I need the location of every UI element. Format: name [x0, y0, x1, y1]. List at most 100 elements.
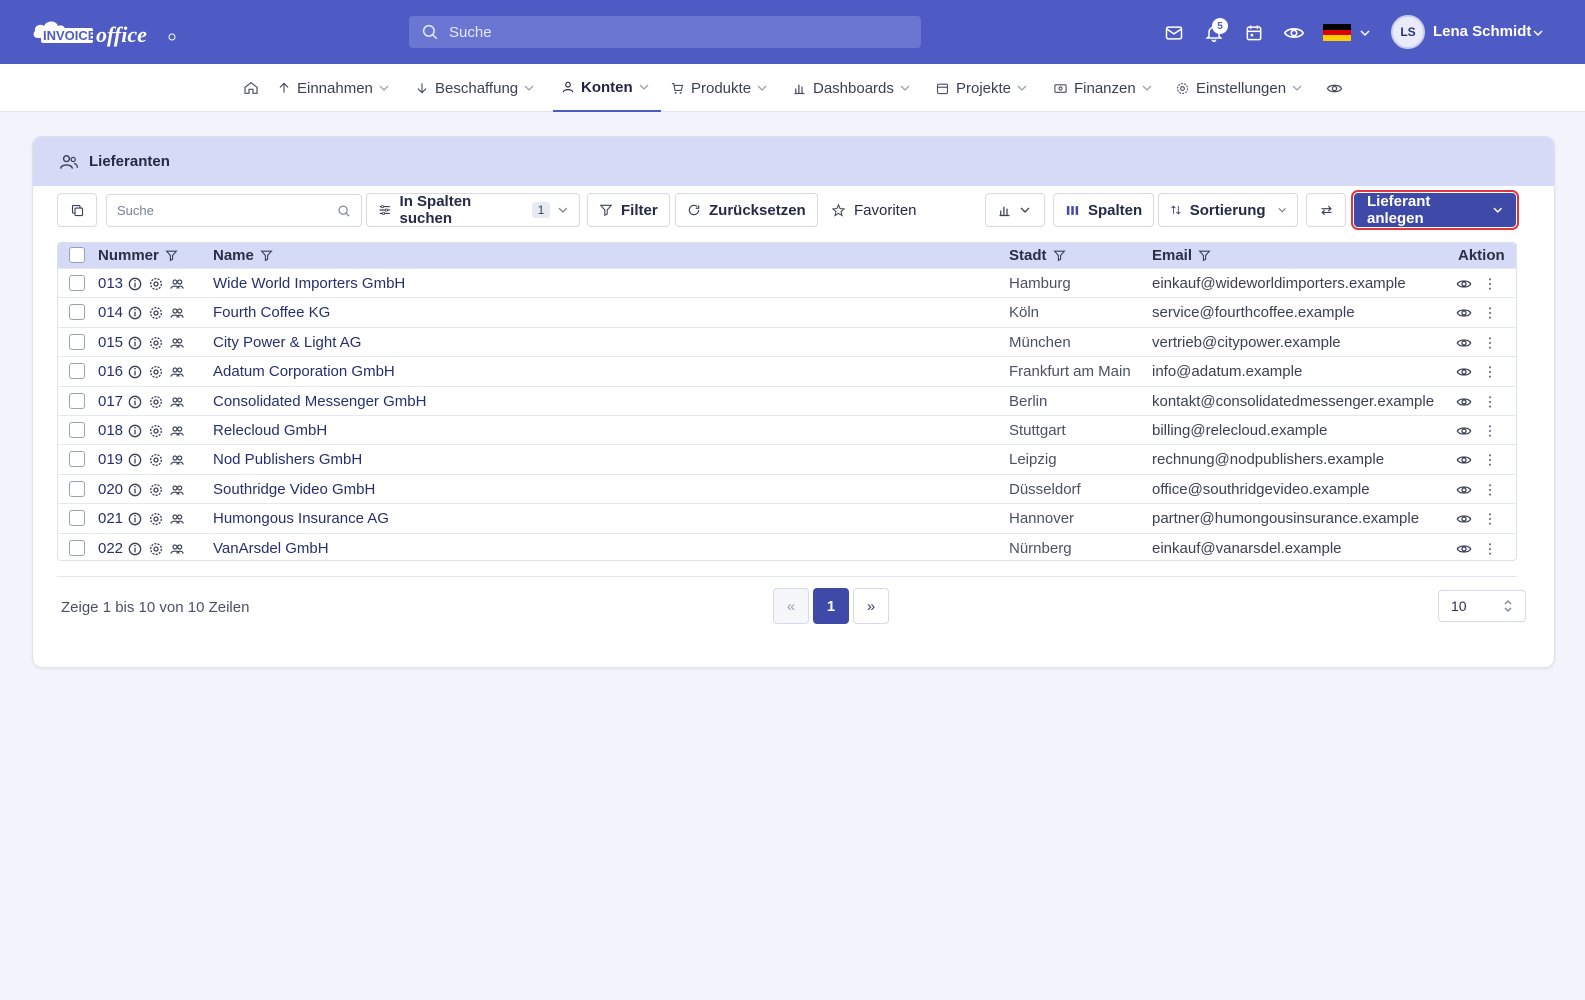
gear-icon[interactable]: [148, 452, 164, 468]
table-row[interactable]: 019 Nod Publishers GmbH Leipzig rechnung@no…: [58, 444, 1516, 473]
column-header-name[interactable]: Name: [213, 247, 273, 264]
nav-einnahmen[interactable]: Einnahmen: [277, 64, 389, 112]
row-number[interactable]: 015: [98, 334, 123, 351]
swap-button[interactable]: [1306, 193, 1346, 227]
view-eye-icon[interactable]: [1456, 305, 1472, 321]
create-supplier-button[interactable]: Lieferant anlegen: [1351, 190, 1519, 230]
nav-finanzen[interactable]: Finanzen: [1053, 64, 1152, 112]
row-checkbox[interactable]: [69, 480, 85, 497]
filter-icon[interactable]: [165, 249, 178, 262]
info-icon[interactable]: [127, 511, 143, 527]
calendar-icon[interactable]: [1243, 22, 1265, 44]
table-row[interactable]: 021 Humongous Insurance AG Hannover partner…: [58, 503, 1516, 532]
nav-dashboards[interactable]: Dashboards: [792, 64, 910, 112]
row-number[interactable]: 022: [98, 540, 123, 557]
row-name[interactable]: Relecloud GmbH: [213, 422, 327, 439]
more-vertical-icon[interactable]: [1482, 423, 1498, 439]
view-eye-icon[interactable]: [1456, 394, 1472, 410]
filter-icon[interactable]: [1198, 249, 1211, 262]
user-name[interactable]: Lena Schmidt: [1433, 23, 1531, 40]
gear-icon[interactable]: [148, 276, 164, 292]
info-icon[interactable]: [127, 305, 143, 321]
users-icon[interactable]: [169, 364, 185, 380]
gear-icon[interactable]: [148, 423, 164, 439]
users-icon[interactable]: [169, 276, 185, 292]
row-checkbox[interactable]: [69, 363, 85, 380]
nav-visibility-toggle[interactable]: [1326, 64, 1343, 112]
more-vertical-icon[interactable]: [1482, 276, 1498, 292]
gear-icon[interactable]: [148, 305, 164, 321]
language-chevron-down-icon[interactable]: [1360, 28, 1370, 38]
view-eye-icon[interactable]: [1456, 452, 1472, 468]
sort-button[interactable]: Sortierung: [1158, 193, 1298, 227]
nav-einstellungen[interactable]: Einstellungen: [1175, 64, 1302, 112]
column-header-email[interactable]: Email: [1152, 247, 1211, 264]
global-search-input[interactable]: Suche: [409, 16, 921, 48]
chart-view-button[interactable]: [985, 193, 1045, 227]
info-icon[interactable]: [127, 541, 143, 557]
row-checkbox[interactable]: [69, 510, 85, 527]
info-icon[interactable]: [127, 276, 143, 292]
row-checkbox[interactable]: [69, 333, 85, 350]
column-header-number[interactable]: Nummer: [98, 247, 178, 264]
row-number[interactable]: 019: [98, 451, 123, 468]
row-name[interactable]: Consolidated Messenger GmbH: [213, 393, 426, 410]
more-vertical-icon[interactable]: [1482, 394, 1498, 410]
nav-projekte[interactable]: Projekte: [935, 64, 1027, 112]
view-eye-icon[interactable]: [1456, 482, 1472, 498]
filter-icon[interactable]: [1052, 249, 1066, 262]
row-checkbox[interactable]: [69, 422, 85, 438]
gear-icon[interactable]: [148, 482, 164, 498]
copy-button[interactable]: [57, 193, 97, 227]
invoiceoffice-logo[interactable]: INVOICE office: [32, 14, 177, 50]
view-eye-icon[interactable]: [1456, 364, 1472, 380]
row-checkbox[interactable]: [69, 539, 85, 556]
reset-button[interactable]: Zurücksetzen: [675, 193, 818, 227]
view-eye-icon[interactable]: [1456, 276, 1472, 292]
gear-icon[interactable]: [148, 364, 164, 380]
row-number[interactable]: 013: [98, 275, 123, 292]
filter-icon[interactable]: [260, 249, 273, 262]
row-name[interactable]: Humongous Insurance AG: [213, 510, 389, 527]
select-all-checkbox[interactable]: [69, 247, 85, 263]
more-vertical-icon[interactable]: [1482, 482, 1498, 498]
nav-produkte[interactable]: Produkte: [670, 64, 767, 112]
nav-beschaffung[interactable]: Beschaffung: [415, 64, 534, 112]
filter-button[interactable]: Filter: [587, 193, 670, 227]
table-row[interactable]: 016 Adatum Corporation GmbH Frankfurt am M…: [58, 356, 1516, 385]
info-icon[interactable]: [127, 423, 143, 439]
users-icon[interactable]: [169, 541, 185, 557]
nav-konten[interactable]: Konten: [553, 64, 661, 112]
row-name[interactable]: Adatum Corporation GmbH: [213, 363, 395, 380]
more-vertical-icon[interactable]: [1482, 541, 1498, 557]
row-checkbox[interactable]: [69, 451, 85, 468]
page-size-select[interactable]: 10: [1438, 590, 1526, 622]
users-icon[interactable]: [169, 305, 185, 321]
row-checkbox[interactable]: [69, 392, 85, 409]
row-checkbox[interactable]: [69, 304, 85, 321]
info-icon[interactable]: [127, 452, 143, 468]
table-row[interactable]: 014 Fourth Coffee KG Köln service@fourthcof…: [58, 297, 1516, 326]
info-icon[interactable]: [127, 364, 143, 380]
view-eye-icon[interactable]: [1456, 541, 1472, 557]
users-icon[interactable]: [169, 482, 185, 498]
gear-icon[interactable]: [148, 394, 164, 410]
mail-icon[interactable]: [1163, 22, 1185, 44]
row-name[interactable]: VanArsdel GmbH: [213, 540, 329, 557]
page-1-button[interactable]: 1: [813, 588, 849, 624]
search-in-columns-button[interactable]: In Spalten suchen 1: [366, 193, 580, 227]
users-icon[interactable]: [169, 423, 185, 439]
table-row[interactable]: 020 Southridge Video GmbH Düsseldorf office…: [58, 473, 1516, 503]
users-icon[interactable]: [169, 511, 185, 527]
table-row[interactable]: 022 VanArsdel GmbH Nürnberg einkauf@vanarsd…: [58, 532, 1516, 560]
row-number[interactable]: 017: [98, 393, 123, 410]
language-flag-de-icon[interactable]: [1323, 24, 1351, 41]
prev-page-button[interactable]: «: [773, 588, 809, 624]
users-icon[interactable]: [169, 452, 185, 468]
favorites-button[interactable]: Favoriten: [820, 193, 928, 227]
gear-icon[interactable]: [148, 511, 164, 527]
view-eye-icon[interactable]: [1456, 511, 1472, 527]
row-number[interactable]: 021: [98, 510, 123, 527]
table-row[interactable]: 017 Consolidated Messenger GmbH Berlin kont…: [58, 385, 1516, 415]
more-vertical-icon[interactable]: [1482, 452, 1498, 468]
